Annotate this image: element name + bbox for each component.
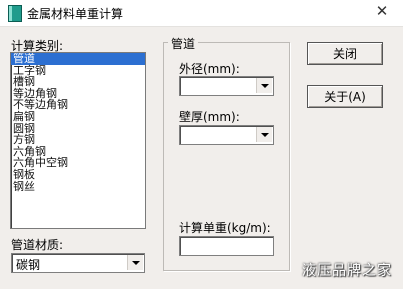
wall-thickness-label: 壁厚(mm): (179, 110, 240, 124)
window-title: 金属材料单重计算 (27, 7, 124, 21)
about-button[interactable]: 关于(A) (307, 85, 383, 108)
material-value: 碳钢 (16, 258, 41, 272)
title-bar: 金属材料单重计算 ✕ (0, 0, 403, 27)
material-select[interactable]: 碳钢 (11, 253, 145, 273)
close-window-icon[interactable]: ✕ (369, 1, 395, 21)
calc-type-listbox[interactable]: 管道 工字钢 槽钢 等边角钢 不等边角钢 扁钢 圆钢 方钢 六角钢 六角中空钢 钢板 钢丝 (10, 52, 146, 229)
list-item[interactable]: 方钢 (11, 134, 145, 146)
unit-weight-label: 计算单重(kg/m): (179, 221, 271, 235)
unit-weight-field[interactable] (179, 236, 274, 256)
wall-thickness-select[interactable] (179, 125, 274, 145)
list-item[interactable]: 管道 (11, 53, 145, 65)
list-item[interactable]: 扁钢 (11, 111, 145, 123)
material-label: 管道材质: (11, 238, 64, 252)
list-item[interactable]: 钢丝 (11, 180, 145, 193)
outer-diameter-label: 外径(mm): (179, 62, 240, 76)
close-button[interactable]: 关闭 (307, 42, 383, 65)
chevron-down-icon[interactable] (256, 78, 272, 93)
watermark: 液压品牌之家 (302, 263, 392, 279)
app-icon (8, 5, 22, 22)
pipe-group-caption: 管道 (168, 35, 199, 52)
outer-diameter-select[interactable] (179, 76, 274, 96)
chevron-down-icon[interactable] (256, 127, 272, 142)
chevron-down-icon[interactable] (127, 255, 143, 270)
list-item[interactable]: 钢板 (11, 169, 145, 181)
